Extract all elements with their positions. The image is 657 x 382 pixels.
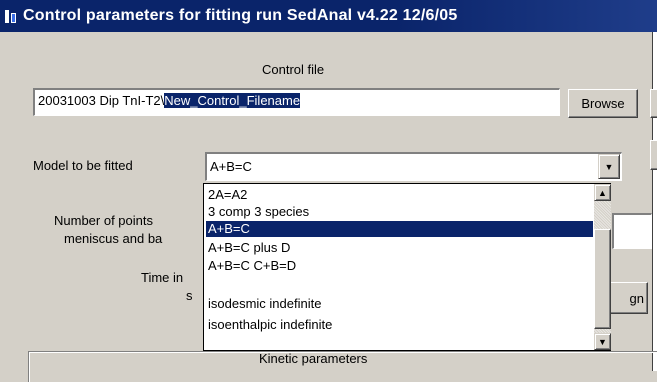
- points-label-line2: meniscus and ba: [64, 231, 163, 246]
- model-dropdown-list[interactable]: 2A=A2 3 comp 3 species A+B=C A+B=C plus …: [203, 183, 611, 351]
- kinetic-parameters-title: Kinetic parameters: [259, 351, 368, 366]
- app-icon[interactable]: [3, 8, 19, 24]
- control-file-selected-name: New_Control_Filename: [164, 93, 301, 108]
- time-label-line1: Time in: [141, 270, 184, 285]
- control-file-path: 20031003 Dip TnI-T2\: [38, 93, 165, 108]
- browse-button[interactable]: Browse: [568, 89, 638, 118]
- dropdown-scrollbar[interactable]: ▲ ▼: [594, 184, 611, 350]
- kinetic-parameters-groupbox: Kinetic parameters: [28, 351, 657, 382]
- control-file-input[interactable]: 20031003 Dip TnI-T2\New_Control_Filename: [33, 88, 560, 116]
- chevron-up-icon: ▲: [598, 187, 607, 198]
- dropdown-option[interactable]: A+B=C C+B=D: [206, 258, 296, 274]
- dropdown-option-selected[interactable]: A+B=C: [206, 221, 593, 237]
- window-title: Control parameters for fitting run SedAn…: [23, 7, 458, 24]
- chevron-down-icon: ▼: [604, 161, 614, 172]
- points-input[interactable]: [612, 213, 652, 249]
- model-dropdown-button[interactable]: ▼: [598, 154, 620, 179]
- window-frame-edge: [652, 32, 657, 371]
- dropdown-option[interactable]: isoenthalpic indefinite: [206, 317, 332, 333]
- chevron-down-icon: ▼: [598, 336, 607, 347]
- scroll-down-button[interactable]: ▼: [594, 333, 611, 350]
- dropdown-option[interactable]: 3 comp 3 species: [206, 204, 309, 220]
- dropdown-option[interactable]: 2A=A2: [206, 187, 247, 203]
- control-file-label: Control file: [262, 62, 325, 77]
- clipped-time-button[interactable]: gn: [610, 282, 648, 314]
- model-combobox-value: A+B=C: [210, 159, 252, 174]
- clipped-button-2[interactable]: [650, 140, 657, 170]
- dropdown-option[interactable]: isodesmic indefinite: [206, 296, 321, 312]
- scroll-thumb[interactable]: [594, 229, 611, 329]
- scroll-up-button[interactable]: ▲: [594, 184, 611, 201]
- dropdown-option[interactable]: A+B=C plus D: [206, 240, 290, 256]
- time-label-line2: s: [186, 288, 193, 303]
- model-label: Model to be fitted: [33, 158, 133, 173]
- title-bar[interactable]: Control parameters for fitting run SedAn…: [0, 0, 657, 32]
- model-combobox[interactable]: A+B=C: [205, 152, 622, 181]
- clipped-button-1[interactable]: [650, 89, 657, 118]
- points-label-line1: Number of points: [54, 213, 153, 228]
